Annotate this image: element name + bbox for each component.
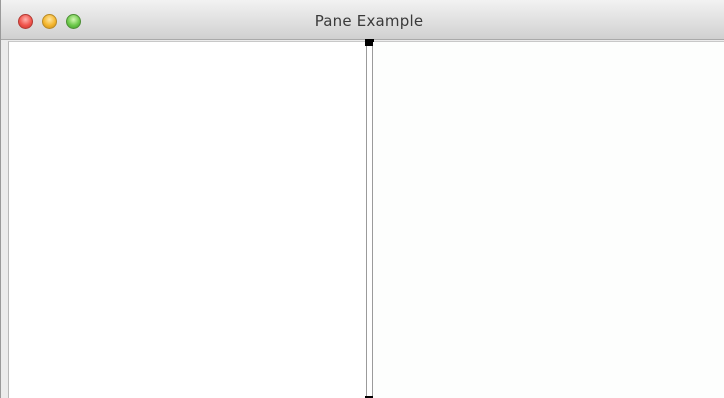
- split-pane: [8, 39, 724, 398]
- app-window: Pane Example: [0, 0, 724, 398]
- right-pane[interactable]: [373, 42, 724, 398]
- window-title: Pane Example: [314, 12, 424, 30]
- title-bar[interactable]: Pane Example: [1, 0, 724, 40]
- split-pane-divider[interactable]: [366, 42, 373, 398]
- left-pane[interactable]: [9, 42, 366, 398]
